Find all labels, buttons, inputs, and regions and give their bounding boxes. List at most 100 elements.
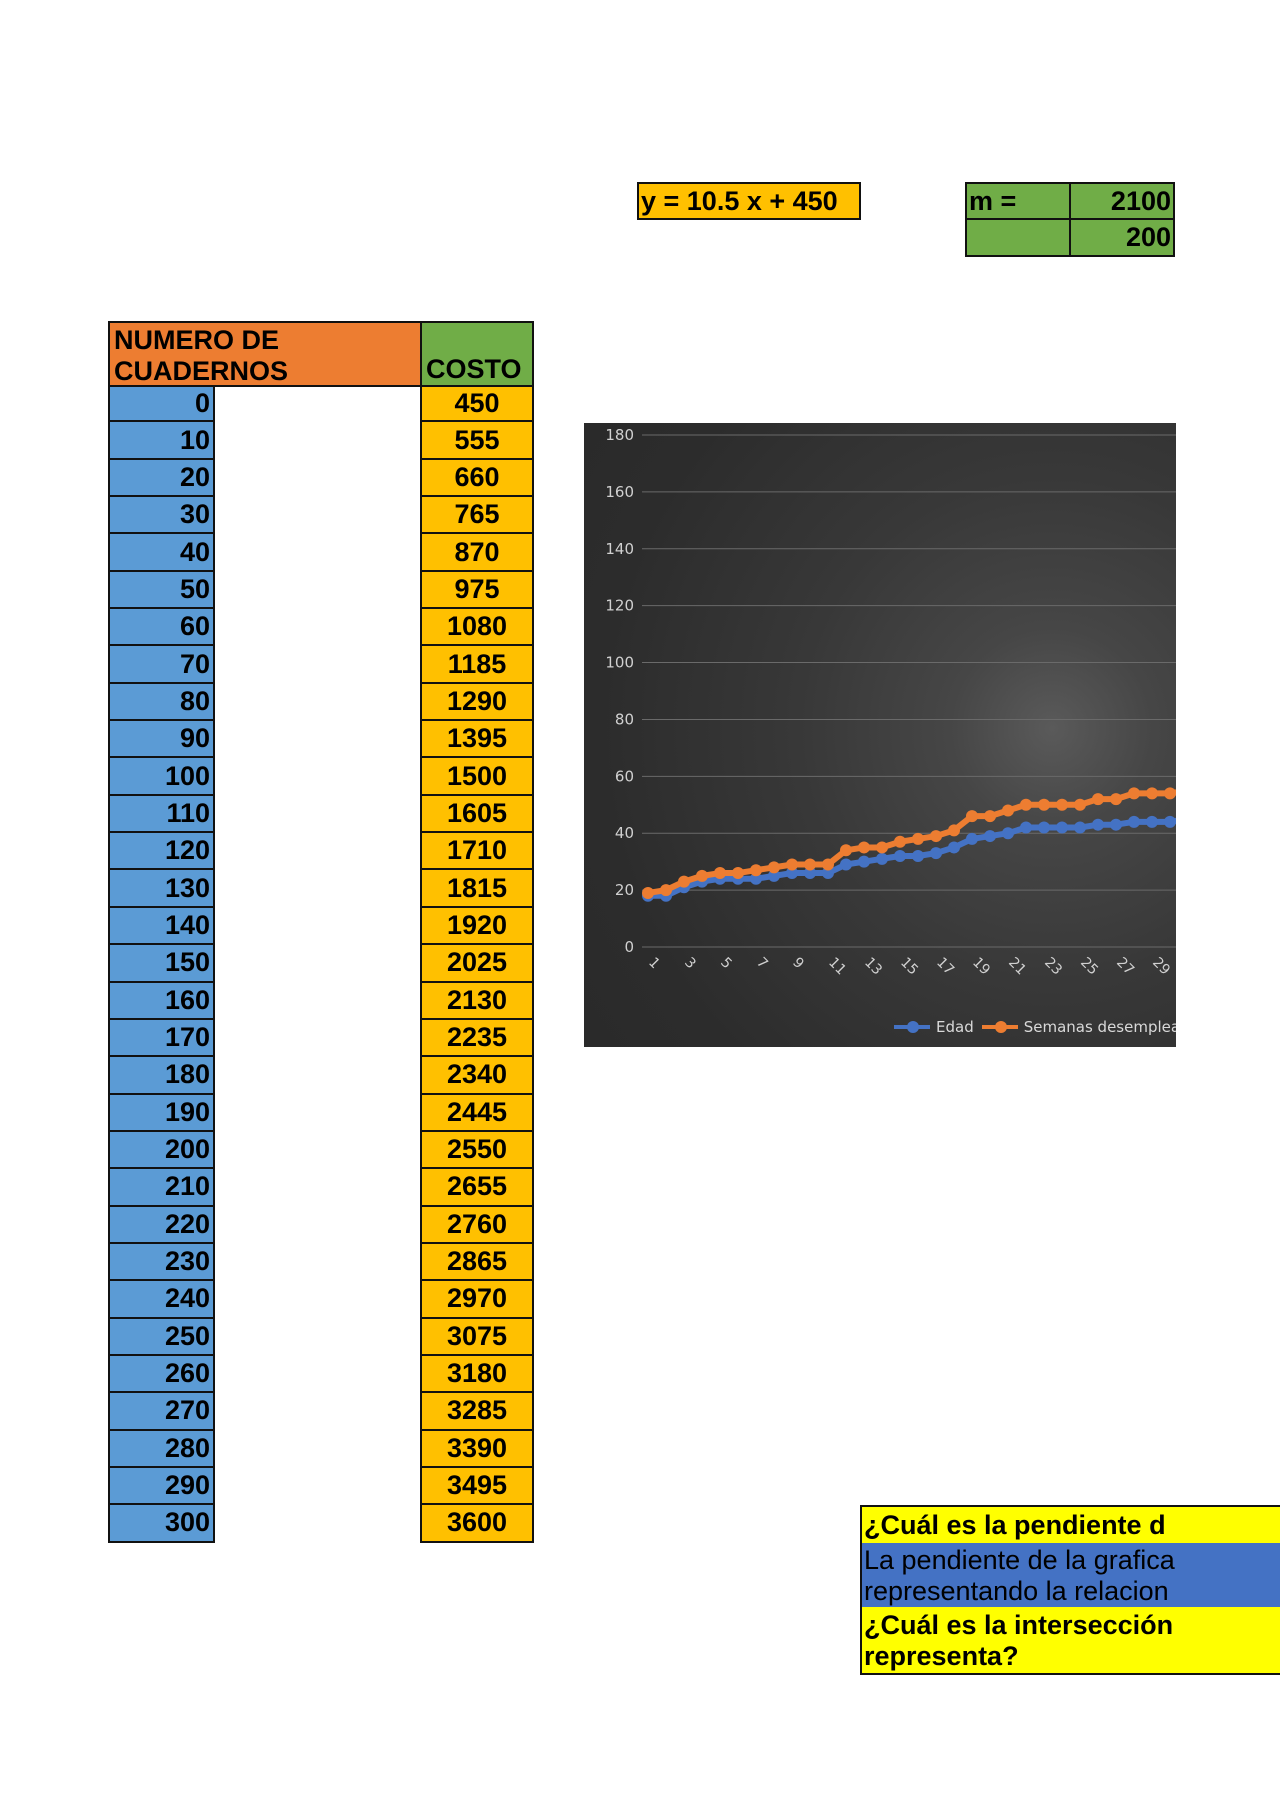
question-pendiente[interactable]: ¿Cuál es la pendiente d: [860, 1505, 1280, 1545]
costo-cell[interactable]: 1710: [420, 833, 534, 871]
numero-cell[interactable]: 10: [108, 422, 215, 460]
data-point-semanas: [966, 810, 978, 823]
costo-cell[interactable]: 870: [420, 534, 534, 572]
data-point-edad: [1164, 815, 1176, 828]
numero-cell[interactable]: 140: [108, 907, 215, 946]
data-point-semanas: [642, 886, 654, 899]
numero-cell[interactable]: 80: [108, 683, 215, 722]
costo-cell[interactable]: 1185: [420, 646, 534, 684]
numero-cell[interactable]: 30: [108, 497, 215, 535]
y-tick-label: 180: [605, 426, 634, 444]
x-tick-label: 1: [645, 955, 663, 973]
costo-cell[interactable]: 2865: [420, 1243, 534, 1282]
costo-cell[interactable]: 2025: [420, 945, 534, 983]
costo-cell[interactable]: 765: [420, 497, 534, 535]
line-chart[interactable]: 0 20 40 60 80 100 120 140 160 180 1 3 5 7 9 11 13 15 17 19 2…: [584, 423, 1176, 1047]
numero-cell[interactable]: 70: [108, 646, 215, 684]
slope-blank-cell[interactable]: [965, 218, 1071, 257]
x-tick-label: 13: [861, 955, 885, 979]
numero-cell[interactable]: 300: [108, 1505, 215, 1543]
slope-label-cell[interactable]: m =: [965, 182, 1071, 220]
numero-cell[interactable]: 290: [108, 1467, 215, 1506]
numero-cell[interactable]: 160: [108, 982, 215, 1020]
numero-cell[interactable]: 240: [108, 1281, 215, 1319]
numero-cell[interactable]: 200: [108, 1131, 215, 1170]
costo-cell[interactable]: 2550: [420, 1131, 534, 1170]
numero-cell[interactable]: 60: [108, 609, 215, 647]
costo-cell[interactable]: 555: [420, 422, 534, 460]
data-point-edad: [1056, 821, 1068, 834]
numero-cell[interactable]: 90: [108, 721, 215, 759]
numero-cell[interactable]: 260: [108, 1355, 215, 1394]
numero-cell[interactable]: 210: [108, 1169, 215, 1207]
x-tick-label: 17: [933, 955, 957, 979]
numero-cell[interactable]: 130: [108, 870, 215, 908]
y-tick-label: 20: [615, 881, 634, 899]
data-point-semanas: [840, 844, 852, 857]
numero-cell[interactable]: 190: [108, 1094, 215, 1132]
numero-cell[interactable]: 100: [108, 758, 215, 796]
x-tick-label: 9: [789, 955, 807, 973]
answer-pendiente[interactable]: La pendiente de la grafica representando…: [860, 1543, 1280, 1609]
slope-value2-cell[interactable]: 200: [1069, 218, 1175, 257]
numero-cell[interactable]: 110: [108, 795, 215, 834]
numero-cell[interactable]: 250: [108, 1318, 215, 1356]
data-point-semanas: [678, 875, 690, 888]
numero-cell[interactable]: 20: [108, 459, 215, 498]
numero-cell[interactable]: 40: [108, 534, 215, 572]
data-point-semanas: [1002, 804, 1014, 817]
data-point-semanas: [894, 835, 906, 848]
costo-cell[interactable]: 2340: [420, 1057, 534, 1095]
data-point-semanas: [984, 810, 996, 823]
numero-cell[interactable]: 0: [108, 385, 215, 423]
costo-cell[interactable]: 2760: [420, 1206, 534, 1244]
answer-line2: representando la relacion: [864, 1576, 1169, 1606]
data-point-semanas: [660, 884, 672, 897]
costo-cell[interactable]: 450: [420, 385, 534, 423]
costo-cell[interactable]: 2655: [420, 1169, 534, 1207]
costo-cell[interactable]: 2970: [420, 1281, 534, 1319]
y-tick-label: 120: [605, 597, 634, 615]
costo-cell[interactable]: 1605: [420, 795, 534, 834]
costo-cell[interactable]: 3075: [420, 1318, 534, 1356]
costo-cell[interactable]: 1500: [420, 758, 534, 796]
numero-cell[interactable]: 180: [108, 1057, 215, 1095]
question-pendiente-text: ¿Cuál es la pendiente d: [864, 1509, 1166, 1540]
x-tick-label: 11: [825, 955, 849, 979]
costo-cell[interactable]: 1080: [420, 609, 534, 647]
numero-cell[interactable]: 150: [108, 945, 215, 983]
data-point-semanas: [822, 858, 834, 871]
costo-cell[interactable]: 1290: [420, 683, 534, 722]
slope-value-cell[interactable]: 2100: [1069, 182, 1175, 220]
numero-cell[interactable]: 280: [108, 1430, 215, 1468]
x-tick-label: 21: [1005, 955, 1029, 979]
costo-cell[interactable]: 3285: [420, 1393, 534, 1431]
numero-cell[interactable]: 270: [108, 1393, 215, 1431]
equation-cell[interactable]: y = 10.5 x + 450: [637, 182, 861, 220]
numero-cell[interactable]: 220: [108, 1206, 215, 1244]
header-numero-cuadernos[interactable]: NUMERO DE CUADERNOS: [108, 321, 422, 387]
header-costo[interactable]: COSTO: [420, 321, 534, 387]
numero-cell[interactable]: 170: [108, 1019, 215, 1058]
costo-cell[interactable]: 3390: [420, 1430, 534, 1468]
chart-legend: Edad Semanas desempleado: [894, 1018, 1176, 1036]
numero-cell[interactable]: 50: [108, 571, 215, 610]
data-point-edad: [894, 849, 906, 862]
question-interseccion[interactable]: ¿Cuál es la intersección representa?: [860, 1607, 1280, 1675]
costo-cell[interactable]: 2235: [420, 1019, 534, 1058]
costo-cell[interactable]: 975: [420, 571, 534, 610]
costo-cell[interactable]: 1920: [420, 907, 534, 946]
numero-cell[interactable]: 230: [108, 1243, 215, 1282]
costo-cell[interactable]: 3600: [420, 1505, 534, 1543]
costo-cell[interactable]: 3495: [420, 1467, 534, 1506]
data-point-semanas: [1074, 798, 1086, 811]
costo-cell[interactable]: 2130: [420, 982, 534, 1020]
costo-cell[interactable]: 2445: [420, 1094, 534, 1132]
costo-cell[interactable]: 1815: [420, 870, 534, 908]
costo-cell[interactable]: 660: [420, 459, 534, 498]
numero-column: 0 10 20 30 40 50 60 70 80 90 100 110 120 130 140 150 160…: [108, 385, 215, 1543]
costo-cell[interactable]: 3180: [420, 1355, 534, 1394]
costo-cell[interactable]: 1395: [420, 721, 534, 759]
numero-cell[interactable]: 120: [108, 833, 215, 871]
data-point-edad: [876, 852, 888, 865]
